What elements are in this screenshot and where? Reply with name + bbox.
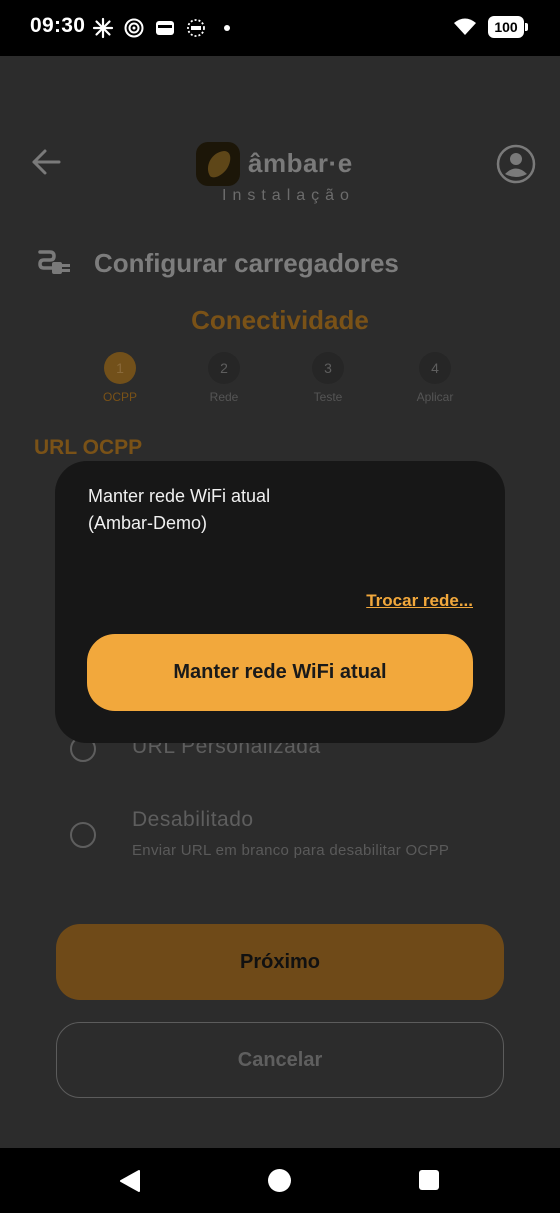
wallet-icon bbox=[156, 21, 174, 35]
dotted-circle-icon bbox=[187, 19, 205, 37]
status-bar: 09:30 100 bbox=[0, 0, 560, 56]
amber-seed-icon bbox=[196, 142, 240, 186]
dialog-message: Manter rede WiFi atual (Ambar-Demo) bbox=[88, 486, 271, 533]
nav-back-icon[interactable] bbox=[118, 1169, 142, 1193]
step-teste: 3 Teste bbox=[288, 352, 368, 404]
option-description: Enviar URL em branco para desabilitar OC… bbox=[132, 842, 450, 859]
sparkle-icon bbox=[92, 17, 114, 39]
notification-icons bbox=[92, 17, 238, 39]
step-label: Teste bbox=[313, 390, 343, 404]
battery-level: 100 bbox=[494, 19, 518, 35]
page-title: Configurar carregadores bbox=[94, 247, 399, 278]
change-network-link[interactable]: Trocar rede... bbox=[366, 591, 473, 611]
dot-icon bbox=[224, 25, 230, 31]
step-number: 1 bbox=[104, 352, 136, 384]
status-time: 09:30 bbox=[30, 14, 86, 37]
back-arrow-icon[interactable] bbox=[28, 144, 64, 180]
stepper: 1 OCPP 2 Rede 3 Teste 4 Aplicar bbox=[0, 352, 560, 412]
radio-disabled[interactable] bbox=[70, 822, 96, 848]
nav-home-icon[interactable] bbox=[268, 1169, 291, 1192]
step-rede: 2 Rede bbox=[184, 352, 264, 404]
page-title-row: Configurar carregadores bbox=[36, 244, 399, 282]
brand-logo: âmbar·e Instalação bbox=[196, 142, 396, 222]
step-label: Rede bbox=[209, 390, 239, 404]
brand-subtitle: Instalação bbox=[222, 187, 355, 204]
section-heading: URL OCPP bbox=[34, 436, 143, 459]
step-number: 2 bbox=[208, 352, 240, 384]
keep-wifi-button[interactable]: Manter rede WiFi atual bbox=[87, 634, 473, 711]
step-heading: Conectividade bbox=[191, 305, 369, 335]
charger-plug-icon bbox=[38, 250, 70, 274]
cancel-button[interactable]: Cancelar bbox=[56, 1022, 504, 1098]
battery-icon: 100 bbox=[488, 16, 528, 38]
wifi-dialog: Manter rede WiFi atual (Ambar-Demo) Troc… bbox=[55, 461, 505, 743]
system-nav-bar bbox=[0, 1148, 560, 1213]
account-icon[interactable] bbox=[496, 144, 536, 184]
step-ocpp: 1 OCPP bbox=[80, 352, 160, 404]
option-label: Desabilitado bbox=[132, 808, 254, 831]
wifi-icon bbox=[454, 18, 476, 35]
nav-recents-icon[interactable] bbox=[419, 1170, 439, 1190]
spiral-icon bbox=[124, 18, 144, 38]
step-label: Aplicar bbox=[416, 390, 454, 404]
step-number: 4 bbox=[419, 352, 451, 384]
option-disabled[interactable]: Desabilitado Enviar URL em branco para d… bbox=[70, 808, 530, 868]
step-number: 3 bbox=[312, 352, 344, 384]
step-aplicar: 4 Aplicar bbox=[395, 352, 475, 404]
brand-name: âmbar·e bbox=[248, 148, 353, 178]
step-label: OCPP bbox=[102, 390, 137, 404]
next-button[interactable]: Próximo bbox=[56, 924, 504, 1000]
